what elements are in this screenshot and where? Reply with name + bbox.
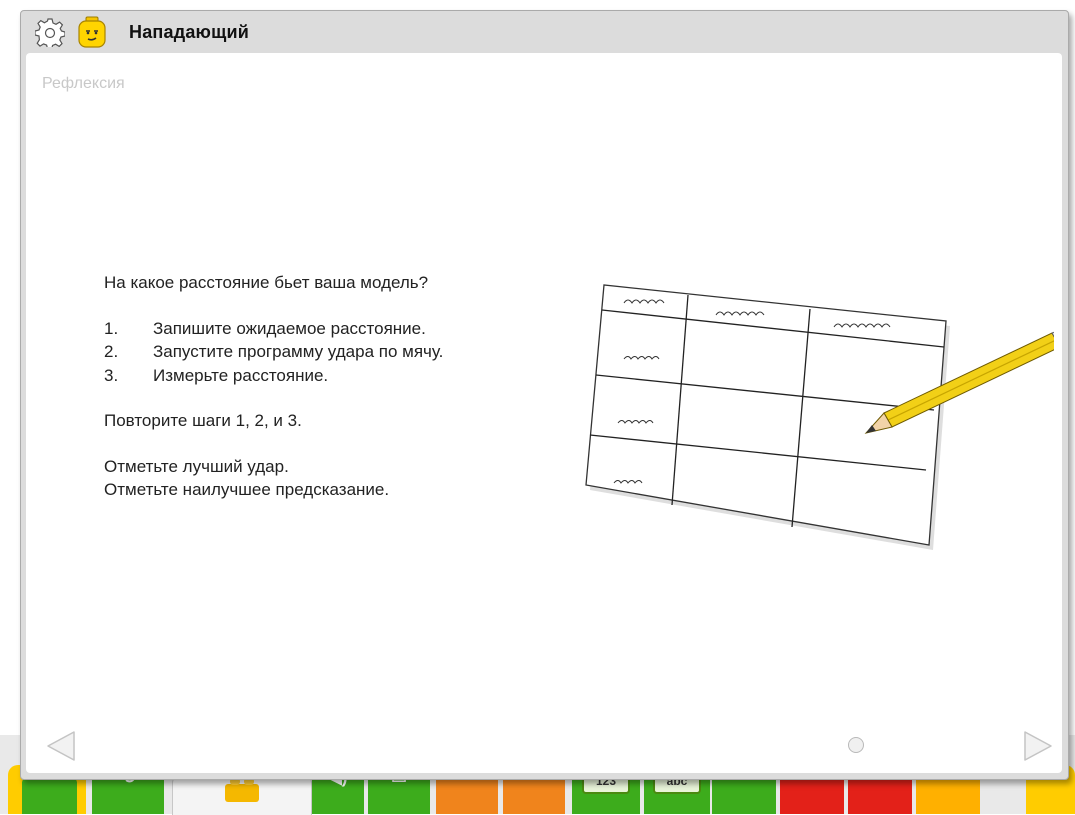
mark-best-text: Отметьте лучший удар. <box>104 456 289 476</box>
section-label: Рефлексия <box>42 75 125 92</box>
circle-dot-icon[interactable] <box>848 737 864 753</box>
window-title: Нападающий <box>129 22 250 42</box>
brick-tab[interactable] <box>172 775 312 815</box>
lego-brick-icon <box>225 778 259 802</box>
mark-prediction-text: Отметьте наилучшее предсказание. <box>104 480 390 499</box>
instructions: На какое расстояние бьет ваша модель? 1.… <box>104 271 443 502</box>
triangle-left-icon[interactable] <box>44 729 78 763</box>
question-text: На какое расстояние бьет ваша модель? <box>104 273 429 292</box>
list-item: 3. Измерьте расстояние. <box>104 365 329 385</box>
triangle-right-icon[interactable] <box>1021 729 1055 763</box>
gear-icon[interactable] <box>35 17 65 47</box>
title-bar: Нападающий <box>21 11 1068 53</box>
repeat-text: Повторите шаги 1, 2, и 3. <box>104 411 302 430</box>
content-panel: Рефлексия На какое расстояние бьет ваша … <box>26 53 1062 773</box>
list-item: 1. Запишите ожидаемое расстояние. <box>104 318 426 338</box>
activity-window: Нападающий Рефлексия На какое расстояние… <box>20 10 1069 780</box>
list-item: 2. Запустите программу удара по мячу. <box>104 342 444 361</box>
table-and-pencil-illustration <box>585 284 1054 550</box>
lego-face-icon[interactable] <box>77 16 107 48</box>
steps-list: 1. Запишите ожидаемое расстояние. 2. Запус… <box>104 317 443 388</box>
